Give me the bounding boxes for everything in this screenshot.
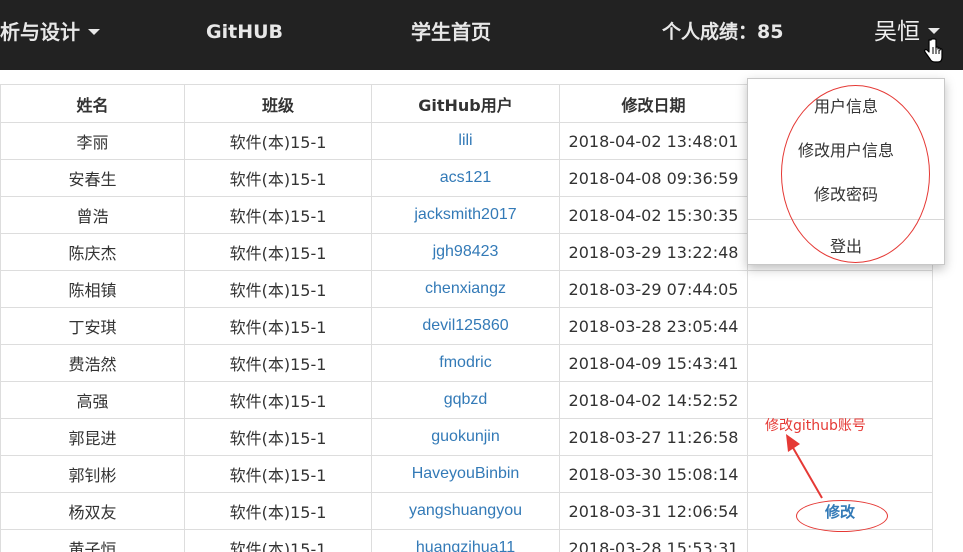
cell-name: 李丽 xyxy=(0,122,185,160)
cell-class: 软件(本)15-1 xyxy=(184,492,372,530)
nav-personal-score: 个人成绩：85 xyxy=(662,21,784,43)
github-user-link[interactable]: chenxiangz xyxy=(425,280,506,297)
cell-name: 曾浩 xyxy=(0,196,185,234)
page: 析与设计 GitHUB 学生首页 个人成绩：85 吴恒 姓名 班级 GitHub… xyxy=(0,0,963,552)
cell-github-user: HaveyouBinbin xyxy=(371,455,560,493)
nav-student-home-link[interactable]: 学生首页 xyxy=(411,0,491,64)
cell-modified-date: 2018-04-02 15:30:35 xyxy=(559,196,748,234)
cell-github-user: jgh98423 xyxy=(371,233,560,271)
cell-github-user: fmodric xyxy=(371,344,560,382)
cell-class: 软件(本)15-1 xyxy=(184,196,372,234)
menu-item-edit-user-info[interactable]: 修改用户信息 xyxy=(748,137,944,161)
cell-name: 费浩然 xyxy=(0,344,185,382)
cell-github-user: lili xyxy=(371,122,560,160)
github-user-link[interactable]: jacksmith2017 xyxy=(414,206,516,223)
cell-action xyxy=(747,307,933,345)
nav-user-name: 吴恒 xyxy=(874,19,920,45)
cell-github-user: gqbzd xyxy=(371,381,560,419)
annotation-text: 修改github账号 xyxy=(765,418,866,434)
table-row: 杨双友 软件(本)15-1 yangshuangyou 2018-03-31 12:0… xyxy=(0,492,933,530)
cell-modified-date: 2018-03-30 15:08:14 xyxy=(559,455,748,493)
table-row: 丁安琪 软件(本)15-1 devil125860 2018-03-28 23:05:… xyxy=(0,307,933,345)
table-row: 陈相镇 软件(本)15-1 chenxiangz 2018-03-29 07:44:0… xyxy=(0,270,933,308)
cell-github-user: huangzihua11 xyxy=(371,529,560,552)
nav-course-menu-label: 析与设计 xyxy=(0,20,80,44)
edit-github-button[interactable]: 修改 xyxy=(825,503,855,521)
cell-github-user: acs121 xyxy=(371,159,560,197)
nav-course-menu[interactable]: 析与设计 xyxy=(0,0,100,64)
github-user-link[interactable]: lili xyxy=(458,132,472,149)
github-user-link[interactable]: huangzihua11 xyxy=(416,539,515,552)
cell-modified-date: 2018-04-09 15:43:41 xyxy=(559,344,748,382)
cell-name: 杨双友 xyxy=(0,492,185,530)
header-class: 班级 xyxy=(184,84,372,123)
github-user-link[interactable]: devil125860 xyxy=(422,317,508,334)
cell-class: 软件(本)15-1 xyxy=(184,122,372,160)
menu-item-change-password[interactable]: 修改密码 xyxy=(748,181,944,205)
cell-name: 高强 xyxy=(0,381,185,419)
cell-github-user: guokunjin xyxy=(371,418,560,456)
github-user-link[interactable]: gqbzd xyxy=(444,391,488,408)
github-user-link[interactable]: HaveyouBinbin xyxy=(412,465,520,482)
cell-modified-date: 2018-03-29 13:22:48 xyxy=(559,233,748,271)
table-row: 费浩然 软件(本)15-1 fmodric 2018-04-09 15:43:41 xyxy=(0,344,933,382)
cell-modified-date: 2018-03-31 12:06:54 xyxy=(559,492,748,530)
cell-class: 软件(本)15-1 xyxy=(184,381,372,419)
cell-class: 软件(本)15-1 xyxy=(184,344,372,382)
github-user-link[interactable]: fmodric xyxy=(439,354,491,371)
cell-action xyxy=(747,270,933,308)
cell-action: 修改 xyxy=(747,492,933,530)
cell-modified-date: 2018-04-08 09:36:59 xyxy=(559,159,748,197)
chevron-down-icon xyxy=(88,29,100,35)
header-github-user: GitHub用户 xyxy=(371,84,560,123)
cell-name: 郭钊彬 xyxy=(0,455,185,493)
cell-class: 软件(本)15-1 xyxy=(184,529,372,552)
cell-action xyxy=(747,381,933,419)
cell-name: 丁安琪 xyxy=(0,307,185,345)
header-name: 姓名 xyxy=(0,84,185,123)
top-navbar: 析与设计 GitHUB 学生首页 个人成绩：85 吴恒 xyxy=(0,0,963,70)
chevron-down-icon xyxy=(928,28,940,34)
cell-name: 陈庆杰 xyxy=(0,233,185,271)
cell-modified-date: 2018-03-28 15:53:31 xyxy=(559,529,748,552)
cell-action xyxy=(747,344,933,382)
cell-name: 安春生 xyxy=(0,159,185,197)
cell-github-user: chenxiangz xyxy=(371,270,560,308)
cell-class: 软件(本)15-1 xyxy=(184,418,372,456)
cell-modified-date: 2018-03-29 07:44:05 xyxy=(559,270,748,308)
cell-github-user: yangshuangyou xyxy=(371,492,560,530)
cell-class: 软件(本)15-1 xyxy=(184,270,372,308)
user-dropdown-menu: 用户信息 修改用户信息 修改密码 登出 xyxy=(747,78,945,265)
cell-github-user: devil125860 xyxy=(371,307,560,345)
header-modified-date: 修改日期 xyxy=(559,84,748,123)
cell-action xyxy=(747,455,933,493)
nav-github-link[interactable]: GitHUB xyxy=(206,0,283,64)
menu-item-logout[interactable]: 登出 xyxy=(748,233,944,257)
cell-github-user: jacksmith2017 xyxy=(371,196,560,234)
cell-class: 软件(本)15-1 xyxy=(184,307,372,345)
cell-class: 软件(本)15-1 xyxy=(184,159,372,197)
cell-class: 软件(本)15-1 xyxy=(184,233,372,271)
github-user-link[interactable]: yangshuangyou xyxy=(409,502,522,519)
cell-action xyxy=(747,529,933,552)
cell-modified-date: 2018-04-02 13:48:01 xyxy=(559,122,748,160)
menu-divider xyxy=(748,219,944,220)
menu-item-user-info[interactable]: 用户信息 xyxy=(748,93,944,117)
github-user-link[interactable]: acs121 xyxy=(440,169,492,186)
github-user-link[interactable]: guokunjin xyxy=(431,428,500,445)
cell-modified-date: 2018-03-27 11:26:58 xyxy=(559,418,748,456)
table-row: 高强 软件(本)15-1 gqbzd 2018-04-02 14:52:52 xyxy=(0,381,933,419)
hand-cursor-icon xyxy=(924,38,943,63)
cell-modified-date: 2018-03-28 23:05:44 xyxy=(559,307,748,345)
cell-class: 软件(本)15-1 xyxy=(184,455,372,493)
cell-modified-date: 2018-04-02 14:52:52 xyxy=(559,381,748,419)
github-user-link[interactable]: jgh98423 xyxy=(433,243,499,260)
table-row: 黄子恒 软件(本)15-1 huangzihua11 2018-03-28 15:53… xyxy=(0,529,933,552)
cell-name: 郭昆进 xyxy=(0,418,185,456)
cell-name: 黄子恒 xyxy=(0,529,185,552)
cell-name: 陈相镇 xyxy=(0,270,185,308)
table-row: 郭钊彬 软件(本)15-1 HaveyouBinbin 2018-03-30 15:0… xyxy=(0,455,933,493)
